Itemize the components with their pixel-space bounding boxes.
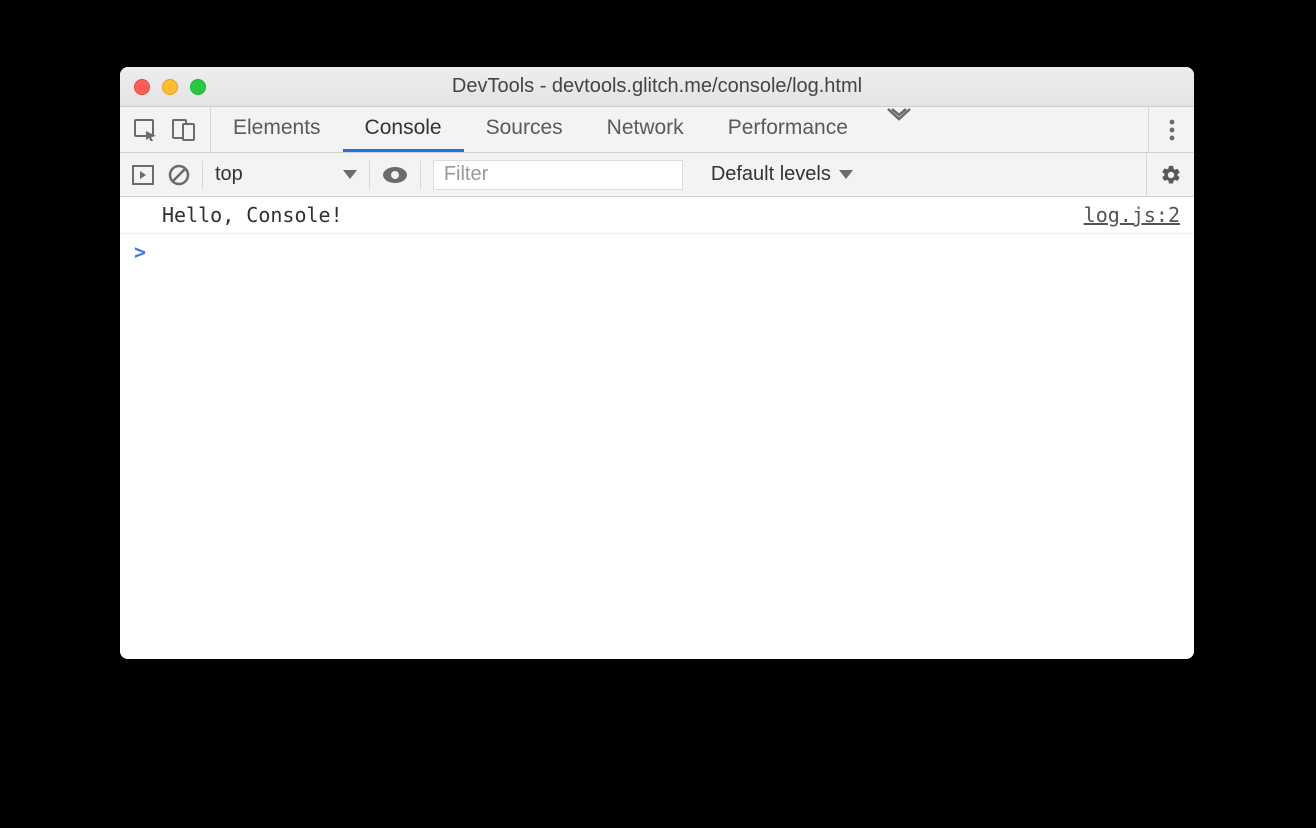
window-title: DevTools - devtools.glitch.me/console/lo… bbox=[120, 75, 1194, 98]
execution-context-select[interactable]: top bbox=[203, 163, 369, 186]
menu-kebab-icon[interactable] bbox=[1148, 107, 1194, 152]
window-controls bbox=[120, 79, 206, 95]
tab-elements[interactable]: Elements bbox=[211, 107, 343, 152]
titlebar: DevTools - devtools.glitch.me/console/lo… bbox=[120, 67, 1194, 107]
console-prompt[interactable]: > bbox=[120, 234, 1194, 270]
chevron-down-icon bbox=[839, 170, 853, 179]
tab-network[interactable]: Network bbox=[585, 107, 706, 152]
close-window-button[interactable] bbox=[134, 79, 150, 95]
more-tabs-icon[interactable] bbox=[870, 107, 928, 152]
devtools-window: DevTools - devtools.glitch.me/console/lo… bbox=[120, 67, 1194, 659]
tab-sources[interactable]: Sources bbox=[464, 107, 585, 152]
log-source-link[interactable]: log.js:2 bbox=[1084, 203, 1180, 227]
live-expression-icon[interactable] bbox=[382, 166, 408, 184]
filter-input[interactable] bbox=[433, 160, 683, 190]
console-settings-icon[interactable] bbox=[1146, 153, 1194, 196]
zoom-window-button[interactable] bbox=[190, 79, 206, 95]
tab-console[interactable]: Console bbox=[343, 107, 464, 152]
console-output[interactable]: Hello, Console! log.js:2 > bbox=[120, 197, 1194, 659]
device-toolbar-icon[interactable] bbox=[172, 119, 196, 141]
tab-label: Performance bbox=[728, 116, 848, 140]
tabbar-tools bbox=[120, 107, 211, 152]
levels-label: Default levels bbox=[711, 163, 831, 186]
inspect-element-icon[interactable] bbox=[134, 119, 158, 141]
tab-label: Elements bbox=[233, 116, 321, 140]
clear-console-icon[interactable] bbox=[168, 164, 190, 186]
tab-label: Console bbox=[365, 116, 442, 140]
prompt-caret-icon: > bbox=[134, 240, 146, 264]
log-levels-select[interactable]: Default levels bbox=[695, 163, 869, 186]
panel-tabs: Elements Console Sources Network Perform… bbox=[211, 107, 928, 152]
main-tabbar: Elements Console Sources Network Perform… bbox=[120, 107, 1194, 153]
console-toolbar: top Default levels bbox=[120, 153, 1194, 197]
minimize-window-button[interactable] bbox=[162, 79, 178, 95]
tab-label: Sources bbox=[486, 116, 563, 140]
tab-performance[interactable]: Performance bbox=[706, 107, 870, 152]
log-entry: Hello, Console! log.js:2 bbox=[120, 197, 1194, 234]
tab-label: Network bbox=[607, 116, 684, 140]
chevron-down-icon bbox=[343, 170, 357, 179]
log-message: Hello, Console! bbox=[162, 203, 1084, 227]
context-label: top bbox=[215, 163, 243, 186]
toggle-sidebar-icon[interactable] bbox=[132, 165, 154, 185]
